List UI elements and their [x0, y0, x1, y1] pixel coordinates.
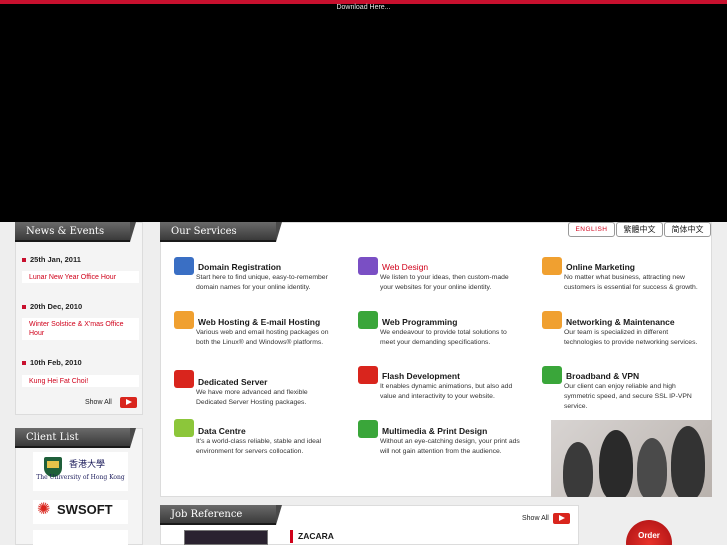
job-client-name[interactable]: ZACARA: [298, 531, 334, 541]
flash-icon: [358, 366, 378, 384]
service-title-networking-maintenance[interactable]: Networking & Maintenance: [566, 317, 675, 327]
service-title-domain-registration[interactable]: Domain Registration: [198, 262, 281, 272]
jobs-show-all-link[interactable]: Show All: [522, 515, 549, 522]
language-traditional-chinese-button[interactable]: 繁體中文: [616, 222, 663, 237]
service-title-online-marketing[interactable]: Online Marketing: [566, 262, 635, 272]
news-heading: News & Events: [15, 222, 136, 242]
service-desc: Our client can enjoy reliable and high s…: [564, 383, 692, 410]
service-title-data-centre[interactable]: Data Centre: [198, 426, 246, 436]
swsoft-logo-icon: ✺: [37, 501, 51, 518]
service-desc: Without an eye-catching design, your pri…: [380, 438, 520, 455]
hku-english-name: The University of Hong Kong: [36, 474, 125, 481]
service-title-web-hosting[interactable]: Web Hosting & E-mail Hosting: [198, 317, 320, 327]
server-icon: [174, 370, 194, 388]
service-desc: Our team is specialized in different tec…: [564, 329, 698, 346]
pen-icon: [358, 257, 378, 275]
tools-icon: [542, 311, 562, 329]
service-desc: We listen to your ideas, then custom-mad…: [380, 274, 509, 291]
datacentre-icon: [174, 419, 194, 437]
job-reference-heading: Job Reference: [160, 505, 282, 525]
hku-chinese-name: 香港大學: [69, 460, 106, 470]
client-logo-swsoft[interactable]: ✺ SWSOFT: [33, 500, 128, 524]
client-logo[interactable]: [33, 530, 128, 545]
news-date: 20th Dec, 2010: [22, 302, 82, 311]
service-title-multimedia-print[interactable]: Multimedia & Print Design: [382, 426, 487, 436]
service-desc: No matter what business, attracting new …: [564, 274, 698, 291]
service-title-broadband-vpn[interactable]: Broadband & VPN: [566, 371, 639, 381]
language-english-button[interactable]: ENGLISH: [568, 222, 615, 237]
news-date: 10th Feb, 2010: [22, 358, 82, 367]
services-heading: Our Services: [160, 222, 282, 242]
service-desc: We endeavour to provide total solutions …: [380, 329, 507, 346]
language-simplified-chinese-button[interactable]: 简体中文: [664, 222, 711, 237]
news-item-link[interactable]: Winter Solstice & X'mas Office Hour: [22, 318, 139, 340]
service-title-web-design[interactable]: Web Design: [382, 262, 428, 272]
service-title-flash-development[interactable]: Flash Development: [382, 371, 460, 381]
www-icon: [174, 257, 194, 275]
news-date: 25th Jan, 2011: [22, 255, 81, 264]
service-title-dedicated-server[interactable]: Dedicated Server: [198, 377, 267, 387]
service-desc: We have more advanced and flexible Dedic…: [196, 389, 308, 406]
person-figure: [637, 438, 667, 497]
job-accent-bar: [290, 530, 293, 543]
flash-banner[interactable]: [0, 4, 727, 222]
person-figure: [599, 430, 633, 497]
broadband-icon: [542, 366, 562, 384]
client-logo-hku[interactable]: 香港大學 The University of Hong Kong: [33, 452, 128, 491]
service-desc: Various web and email hosting packages o…: [196, 329, 329, 346]
service-desc: It's a world-class reliable, stable and …: [196, 438, 322, 455]
news-show-all-link[interactable]: Show All: [85, 399, 112, 406]
globe-icon: [174, 311, 194, 329]
swsoft-name: SWSOFT: [57, 502, 113, 517]
job-thumbnail[interactable]: [184, 530, 268, 545]
news-item-link[interactable]: Kung Hei Fat Choi!: [22, 375, 139, 387]
jobs-show-all-arrow-icon[interactable]: [553, 513, 570, 524]
news-item-link[interactable]: Lunar New Year Office Hour: [22, 271, 139, 283]
grid-icon: [358, 311, 378, 329]
client-heading: Client List: [15, 428, 136, 448]
download-link[interactable]: Download Here...: [0, 4, 727, 11]
service-desc: It enables dynamic animations, but also …: [380, 383, 513, 400]
service-desc: Start here to find unique, easy-to-remem…: [196, 274, 328, 291]
person-figure: [671, 426, 705, 497]
person-figure: [563, 442, 593, 497]
media-icon: [358, 420, 378, 438]
service-title-web-programming[interactable]: Web Programming: [382, 317, 457, 327]
news-show-all-arrow-icon[interactable]: [120, 397, 137, 408]
team-photo: [551, 420, 712, 497]
monitor-icon: [542, 257, 562, 275]
